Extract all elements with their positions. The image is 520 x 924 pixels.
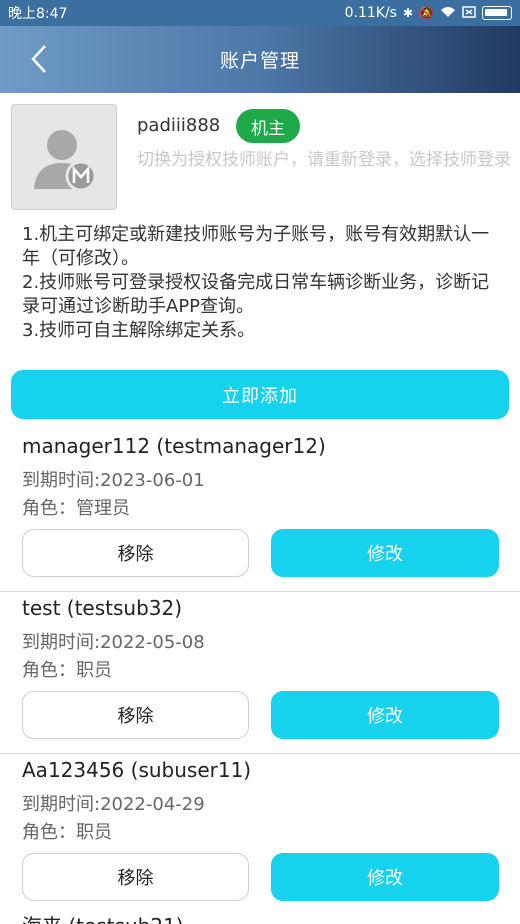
- account-name: Aa123456 (subuser11): [22, 758, 252, 782]
- edit-button[interactable]: 修改: [271, 853, 499, 901]
- account-expire: 到期时间:2022-05-08: [22, 632, 205, 653]
- account-role: 角色：职员: [22, 660, 112, 681]
- owner-badge: 机主: [236, 109, 300, 143]
- account-expire: 到期时间:2022-04-29: [22, 794, 205, 815]
- username: padiii888: [137, 115, 221, 136]
- sim-off-icon: [462, 5, 476, 21]
- switch-account-hint[interactable]: 切换为授权技师账户，请重新登录，选择技师登录: [137, 148, 517, 172]
- mute-icon: 🔕: [419, 6, 434, 20]
- edit-button[interactable]: 修改: [271, 529, 499, 577]
- page-title: 账户管理: [219, 50, 300, 72]
- remove-button[interactable]: 移除: [22, 691, 249, 739]
- battery-icon: [482, 6, 512, 20]
- avatar: [11, 104, 117, 210]
- account-name: test (testsub32): [22, 596, 183, 620]
- partial-account-name: 海来 (testsub21): [22, 910, 184, 924]
- chevron-left-icon: [31, 45, 46, 73]
- status-time: 晚上8:47: [8, 6, 68, 22]
- account-expire: 到期时间:2023-06-01: [22, 470, 205, 491]
- info-text: 1.机主可绑定或新建技师账号为子账号，账号有效期默认一年（可修改）。 2.技师账…: [22, 223, 502, 343]
- bluetooth-icon: ✱: [402, 6, 414, 20]
- wifi-icon: [440, 6, 456, 21]
- list-item: Aa123456 (subuser11) 到期时间:2022-04-29 角色：…: [0, 754, 520, 916]
- edit-button[interactable]: 修改: [271, 691, 499, 739]
- info-line: 1.机主可绑定或新建技师账号为子账号，账号有效期默认一年（可修改）。: [22, 224, 490, 269]
- account-role: 角色：管理员: [22, 498, 130, 519]
- account-role: 角色：职员: [22, 822, 112, 843]
- add-now-button[interactable]: 立即添加: [11, 370, 509, 419]
- user-manager-icon: [34, 130, 97, 192]
- list-item: manager112 (testmanager12) 到期时间:2023-06-…: [0, 430, 520, 592]
- remove-button[interactable]: 移除: [22, 529, 249, 577]
- remove-button[interactable]: 移除: [22, 853, 249, 901]
- title-bar: 账户管理: [0, 26, 520, 93]
- status-icons: 0.11K/s ✱ 🔕: [345, 5, 512, 21]
- info-line: 3.技师可自主解除绑定关系。: [22, 320, 256, 341]
- list-item: test (testsub32) 到期时间:2022-05-08 角色：职员 移…: [0, 592, 520, 754]
- account-name: manager112 (testmanager12): [22, 434, 326, 458]
- info-line: 2.技师账号可登录授权设备完成日常车辆诊断业务，诊断记录可通过诊断助手APP查询…: [22, 272, 490, 317]
- net-speed: 0.11K/s: [344, 5, 397, 21]
- profile-section: padiii888 机主 切换为授权技师账户，请重新登录，选择技师登录: [0, 93, 520, 213]
- status-bar: 晚上8:47 0.11K/s ✱ 🔕: [0, 0, 520, 26]
- back-button[interactable]: [22, 42, 56, 76]
